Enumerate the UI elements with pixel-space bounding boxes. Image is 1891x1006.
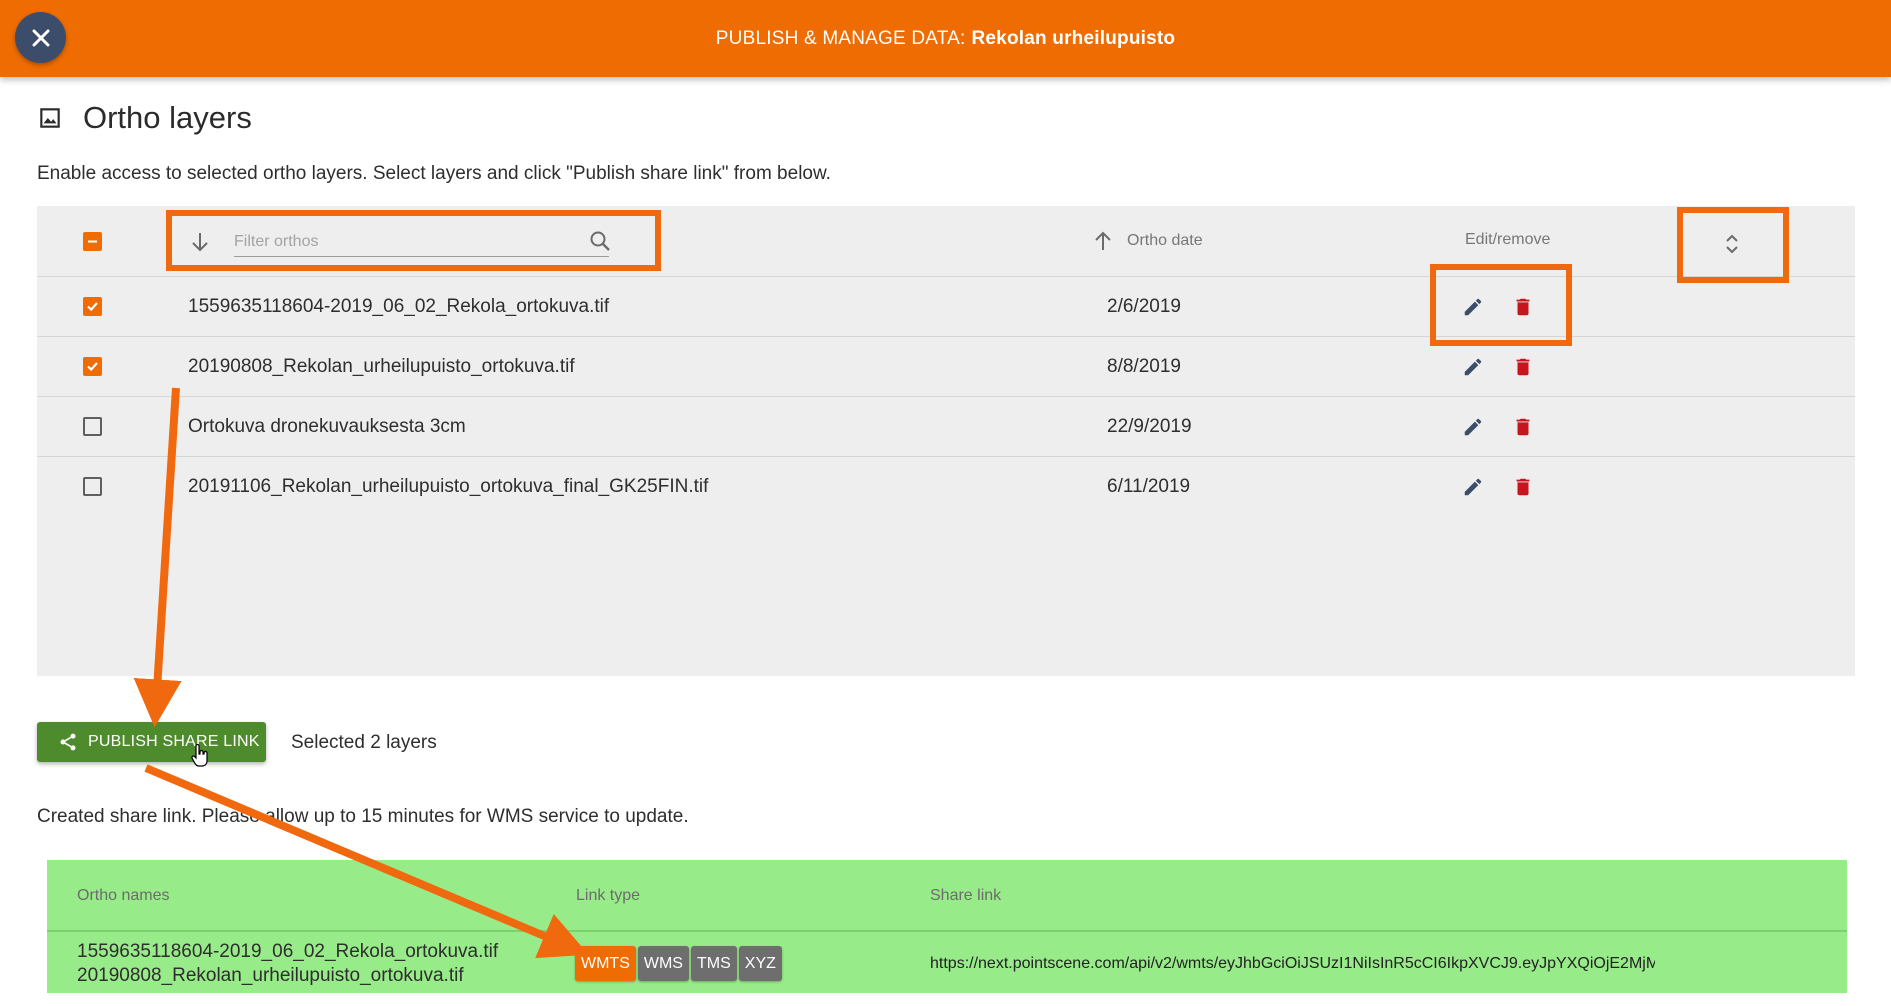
row-checkbox[interactable] bbox=[83, 417, 102, 436]
share-icon bbox=[60, 733, 76, 751]
trash-icon bbox=[1516, 358, 1530, 376]
table-row[interactable]: Ortokuva dronekuvauksesta 3cm 22/9/2019 bbox=[37, 397, 1855, 457]
column-header-actions: Edit/remove bbox=[1465, 231, 1551, 248]
shared-ortho-name: 20190808_Rekolan_urheilupuisto_ortokuva.… bbox=[77, 965, 464, 986]
row-checkbox[interactable] bbox=[83, 297, 102, 316]
ortho-name: 20191106_Rekolan_urheilupuisto_ortokuva_… bbox=[188, 476, 709, 497]
pencil-icon bbox=[1464, 418, 1482, 436]
select-all-checkbox[interactable] bbox=[83, 232, 102, 251]
row-checkbox[interactable] bbox=[83, 357, 102, 376]
arrow-down-icon bbox=[192, 233, 208, 252]
table-row[interactable]: 1559635118604-2019_06_02_Rekola_ortokuva… bbox=[37, 277, 1855, 337]
check-icon bbox=[87, 302, 98, 312]
trash-icon bbox=[1516, 478, 1530, 496]
column-header-date: Ortho date bbox=[1127, 232, 1203, 249]
close-icon bbox=[32, 29, 49, 46]
table-row[interactable]: 20190808_Rekolan_urheilupuisto_ortokuva.… bbox=[37, 337, 1855, 397]
link-type-selector: WMTS WMS TMS XYZ bbox=[575, 946, 782, 981]
table-header: Ortho date Edit/remove bbox=[37, 206, 1855, 277]
edit-button[interactable] bbox=[1461, 295, 1485, 319]
share-link-table: Ortho names Link type Share link 1559635… bbox=[47, 860, 1847, 993]
trash-icon bbox=[1516, 298, 1530, 316]
delete-button[interactable] bbox=[1511, 415, 1535, 439]
selected-layers-count: Selected 2 layers bbox=[291, 732, 437, 753]
header-project-name: Rekolan urheilupuisto bbox=[971, 27, 1176, 49]
table-row[interactable]: 20191106_Rekolan_urheilupuisto_ortokuva_… bbox=[37, 457, 1855, 517]
column-header-ortho-names: Ortho names bbox=[77, 887, 170, 904]
hand-cursor-icon bbox=[191, 744, 208, 767]
edit-button[interactable] bbox=[1461, 475, 1485, 499]
ortho-name: 1559635118604-2019_06_02_Rekola_ortokuva… bbox=[188, 296, 610, 317]
pencil-icon bbox=[1464, 478, 1482, 496]
ortho-layers-table: Ortho date Edit/remove 1559635118604-201… bbox=[37, 206, 1855, 676]
row-checkbox[interactable] bbox=[83, 477, 102, 496]
image-icon bbox=[40, 108, 60, 128]
publish-button-label: PUBLISH SHARE LINK bbox=[88, 733, 260, 750]
column-header-share-link: Share link bbox=[930, 887, 1002, 904]
ortho-date: 6/11/2019 bbox=[1107, 476, 1191, 497]
intro-text: Enable access to selected ortho layers. … bbox=[37, 163, 831, 184]
pencil-icon bbox=[1464, 358, 1482, 376]
sort-down-button[interactable] bbox=[190, 231, 210, 258]
minus-icon bbox=[88, 240, 97, 243]
search-button[interactable] bbox=[589, 230, 611, 257]
check-icon bbox=[87, 362, 98, 372]
ortho-date: 22/9/2019 bbox=[1107, 416, 1192, 437]
filter-bar bbox=[172, 216, 655, 265]
share-table-header: Ortho names Link type Share link bbox=[47, 860, 1847, 932]
delete-button[interactable] bbox=[1511, 475, 1535, 499]
link-type-wms[interactable]: WMS bbox=[637, 946, 689, 981]
share-link-url[interactable]: https://next.pointscene.com/api/v2/wmts/… bbox=[930, 955, 1655, 973]
column-header-link-type: Link type bbox=[576, 887, 641, 904]
shared-ortho-names: 1559635118604-2019_06_02_Rekola_ortokuva… bbox=[77, 940, 498, 988]
edit-button[interactable] bbox=[1461, 355, 1485, 379]
link-type-wmts[interactable]: WMTS bbox=[575, 946, 636, 981]
close-button[interactable] bbox=[15, 12, 66, 63]
header-title-prefix: PUBLISH & MANAGE DATA: bbox=[715, 27, 966, 49]
pencil-icon bbox=[1464, 298, 1482, 316]
top-bar: PUBLISH & MANAGE DATA: Rekolan urheilupu… bbox=[0, 0, 1891, 77]
shared-ortho-name: 1559635118604-2019_06_02_Rekola_ortokuva… bbox=[77, 941, 499, 962]
search-icon bbox=[590, 231, 610, 251]
arrow-up-icon bbox=[1095, 231, 1111, 250]
sort-by-date[interactable]: Ortho date bbox=[1093, 230, 1203, 252]
link-type-xyz[interactable]: XYZ bbox=[738, 946, 782, 981]
filter-highlight bbox=[166, 210, 661, 271]
page-title: Ortho layers bbox=[83, 100, 252, 135]
section-heading: Ortho layers bbox=[37, 98, 252, 138]
filter-orthos-input[interactable] bbox=[234, 227, 609, 257]
delete-button[interactable] bbox=[1511, 355, 1535, 379]
delete-button[interactable] bbox=[1511, 295, 1535, 319]
ortho-date: 2/6/2019 bbox=[1107, 296, 1181, 317]
trash-icon bbox=[1516, 418, 1530, 436]
publish-share-link-button[interactable]: PUBLISH SHARE LINK bbox=[37, 722, 266, 762]
link-type-tms[interactable]: TMS bbox=[690, 946, 737, 981]
ortho-name: 20190808_Rekolan_urheilupuisto_ortokuva.… bbox=[188, 356, 575, 377]
ortho-date: 8/8/2019 bbox=[1107, 356, 1181, 377]
ortho-name: Ortokuva dronekuvauksesta 3cm bbox=[188, 416, 466, 437]
created-link-message: Created share link. Please allow up to 1… bbox=[37, 806, 689, 827]
edit-button[interactable] bbox=[1461, 415, 1485, 439]
